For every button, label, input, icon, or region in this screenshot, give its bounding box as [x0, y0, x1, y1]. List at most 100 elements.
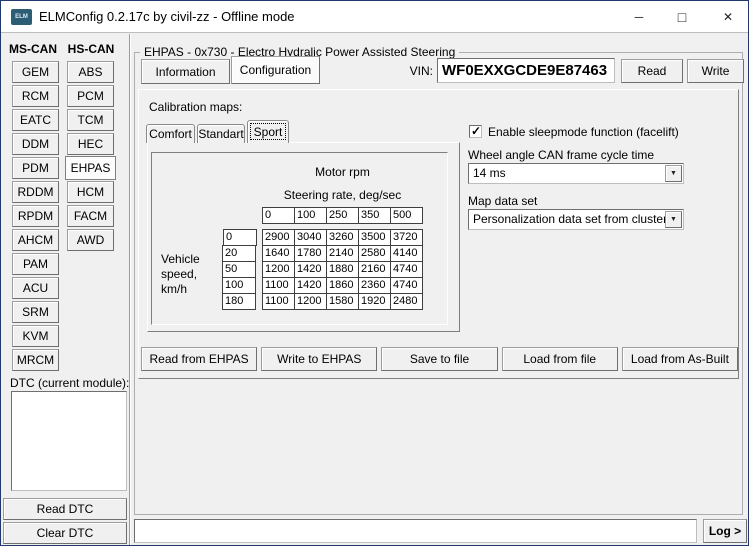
rpm-cell[interactable]: 1880: [326, 261, 359, 278]
sidebar-item-pdm[interactable]: PDM: [12, 157, 59, 179]
clear-dtc-button[interactable]: Clear DTC: [3, 522, 127, 544]
chevron-down-icon[interactable]: ▼: [670, 216, 677, 223]
sidebar-item-gem[interactable]: GEM: [12, 61, 59, 83]
rpm-cell[interactable]: 1780: [294, 245, 327, 262]
vehicle-speed-column: 0 20 50 100 180: [223, 229, 257, 310]
chevron-down-icon[interactable]: ▼: [670, 170, 677, 177]
dtc-label: DTC (current module):: [10, 376, 129, 390]
vehicle-speed-cell[interactable]: 0: [223, 229, 257, 246]
sidebar-item-mrcm[interactable]: MRCM: [12, 349, 59, 371]
maximize-icon[interactable]: □: [666, 7, 698, 27]
sleepmode-checkbox[interactable]: ✓: [469, 125, 482, 138]
map-data-set-select[interactable]: Personalization data set from cluster ▼: [468, 209, 684, 230]
rpm-cell[interactable]: 4740: [390, 261, 423, 278]
steering-rate-cell[interactable]: 100: [294, 207, 327, 224]
table-row: 1640 1780 2140 2580 4140: [262, 245, 423, 262]
rpm-cell[interactable]: 1100: [262, 277, 295, 294]
rpm-cell[interactable]: 1920: [358, 293, 391, 310]
rpm-cell[interactable]: 1640: [262, 245, 295, 262]
rpm-cell[interactable]: 2480: [390, 293, 423, 310]
sidebar-item-eatc[interactable]: EATC: [12, 109, 59, 131]
sidebar-item-rddm[interactable]: RDDM: [12, 181, 59, 203]
sleepmode-label: Enable sleepmode function (facelift): [488, 125, 679, 139]
hs-can-header: HS-CAN: [65, 42, 117, 56]
rpm-cell[interactable]: 3040: [294, 229, 327, 246]
sidebar-item-srm[interactable]: SRM: [12, 301, 59, 323]
log-button[interactable]: Log >: [703, 519, 747, 543]
close-icon[interactable]: ✕: [712, 7, 744, 27]
tab-comfort[interactable]: Comfort: [146, 124, 195, 143]
rpm-cell[interactable]: 1200: [294, 293, 327, 310]
sidebar-item-rcm[interactable]: RCM: [12, 85, 59, 107]
sidebar-item-tcm[interactable]: TCM: [67, 109, 114, 131]
load-from-file-button[interactable]: Load from file: [502, 347, 618, 371]
calibration-maps-label: Calibration maps:: [149, 100, 242, 114]
rpm-cell[interactable]: 1580: [326, 293, 359, 310]
sidebar-item-kvm[interactable]: KVM: [12, 325, 59, 347]
write-to-ehpas-button[interactable]: Write to EHPAS: [261, 347, 377, 371]
cycle-time-select[interactable]: 14 ms ▼: [468, 163, 684, 184]
sidebar-item-ehpas[interactable]: EHPAS: [65, 156, 116, 180]
sidebar-item-ddm[interactable]: DDM: [12, 133, 59, 155]
steering-rate-cell[interactable]: 250: [326, 207, 359, 224]
vehicle-speed-cell[interactable]: 180: [222, 293, 256, 310]
sidebar-divider-highlight: [130, 34, 131, 545]
rpm-cell[interactable]: 3260: [326, 229, 359, 246]
rpm-cell[interactable]: 4140: [390, 245, 423, 262]
rpm-cell[interactable]: 3720: [390, 229, 423, 246]
rpm-cell[interactable]: 4740: [390, 277, 423, 294]
log-input[interactable]: [134, 519, 697, 543]
minimize-icon[interactable]: ─: [623, 7, 655, 27]
rpm-cell[interactable]: 1420: [294, 277, 327, 294]
sidebar-item-awd[interactable]: AWD: [67, 229, 114, 251]
motor-rpm-label: Motor rpm: [262, 165, 423, 179]
rpm-cell[interactable]: 1420: [294, 261, 327, 278]
rpm-cell[interactable]: 2360: [358, 277, 391, 294]
motor-rpm-grid: 2900 3040 3260 3500 3720 1640 1780 2140 …: [262, 229, 423, 310]
sidebar-item-pcm[interactable]: PCM: [67, 85, 114, 107]
steering-rate-cell[interactable]: 0: [262, 207, 295, 224]
tab-standart[interactable]: Standart: [197, 124, 245, 143]
tab-information[interactable]: Information: [141, 59, 230, 84]
ms-can-header: MS-CAN: [9, 42, 57, 56]
rpm-cell[interactable]: 1100: [262, 293, 295, 310]
tab-sport[interactable]: Sport: [247, 120, 289, 143]
rpm-cell[interactable]: 1200: [262, 261, 295, 278]
save-to-file-button[interactable]: Save to file: [381, 347, 497, 371]
rpm-cell[interactable]: 1860: [326, 277, 359, 294]
sidebar-item-acu[interactable]: ACU: [12, 277, 59, 299]
window-title: ELMConfig 0.2.17c by civil-zz - Offline …: [39, 9, 295, 24]
rpm-cell[interactable]: 3500: [358, 229, 391, 246]
steering-rate-label: Steering rate, deg/sec: [262, 188, 423, 202]
vin-read-button[interactable]: Read: [621, 59, 683, 83]
rpm-cell[interactable]: 2900: [262, 229, 295, 246]
table-row: 1200 1420 1880 2160 4740: [262, 261, 423, 278]
app-icon: ELM: [11, 9, 32, 25]
vin-write-button[interactable]: Write: [687, 59, 744, 83]
sidebar-item-facm[interactable]: FACM: [67, 205, 114, 227]
table-row: 1100 1420 1860 2360 4740: [262, 277, 423, 294]
read-from-ehpas-button[interactable]: Read from EHPAS: [141, 347, 257, 371]
read-dtc-button[interactable]: Read DTC: [3, 498, 127, 520]
rpm-cell[interactable]: 2140: [326, 245, 359, 262]
sidebar-item-ahcm[interactable]: AHCM: [12, 229, 59, 251]
vehicle-speed-cell[interactable]: 50: [222, 261, 256, 278]
rpm-cell[interactable]: 2160: [358, 261, 391, 278]
vin-input[interactable]: [437, 58, 615, 83]
sidebar-item-hec[interactable]: HEC: [67, 133, 114, 155]
vehicle-speed-cell[interactable]: 20: [222, 245, 256, 262]
steering-rate-header-row: 0 100 250 350 500: [262, 207, 423, 224]
sidebar-item-abs[interactable]: ABS: [67, 61, 114, 83]
sidebar-item-pam[interactable]: PAM: [12, 253, 59, 275]
tab-configuration[interactable]: Configuration: [231, 56, 320, 84]
sidebar-item-hcm[interactable]: HCM: [67, 181, 114, 203]
dtc-listbox[interactable]: [11, 391, 127, 491]
vehicle-speed-cell[interactable]: 100: [222, 277, 256, 294]
load-from-as-built-button[interactable]: Load from As-Built: [622, 347, 738, 371]
steering-rate-cell[interactable]: 500: [390, 207, 423, 224]
sidebar-item-rpdm[interactable]: RPDM: [12, 205, 59, 227]
rpm-cell[interactable]: 2580: [358, 245, 391, 262]
steering-rate-cell[interactable]: 350: [358, 207, 391, 224]
map-data-set-label: Map data set: [468, 194, 537, 208]
title-bar: ELM ELMConfig 0.2.17c by civil-zz - Offl…: [1, 1, 748, 33]
